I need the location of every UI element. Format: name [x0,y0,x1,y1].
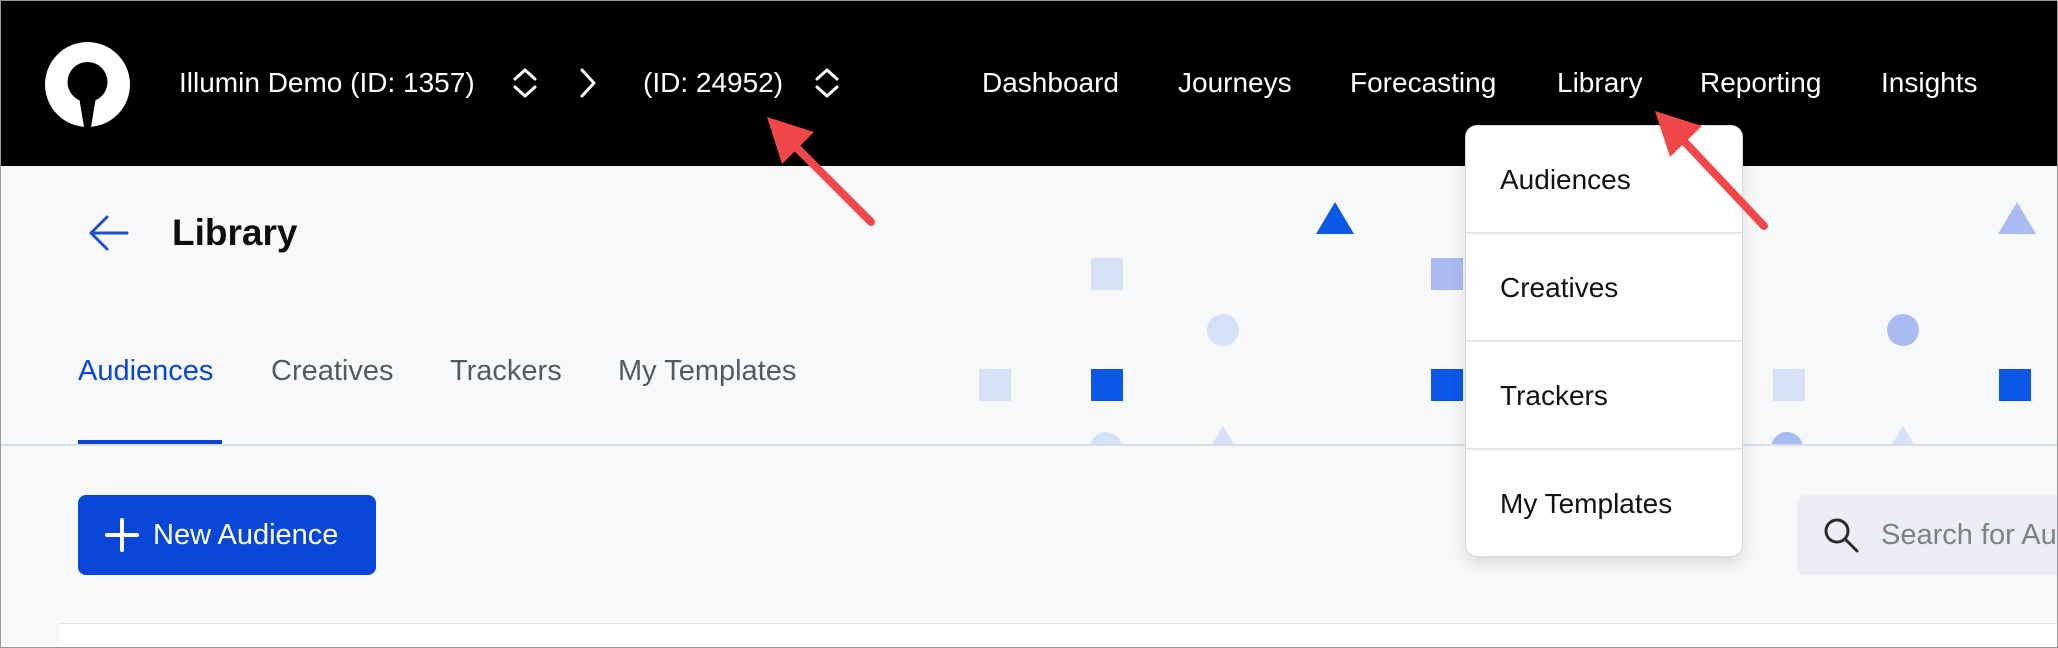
menu-item-label: Creatives [1500,272,1619,303]
chevron-right-icon [580,68,596,98]
chevron-up-down-icon[interactable] [510,65,540,101]
search-placeholder: Search for Audiences [1881,519,2057,551]
page-title: Library [172,212,298,253]
arrow-left-icon[interactable] [87,211,131,255]
new-audience-label: New Audience [153,519,339,551]
sub-account-selector[interactable]: (ID: 24952) [643,63,783,103]
account-selector[interactable]: Illumin Demo (ID: 1357) [179,63,475,103]
menu-item-label: Trackers [1500,380,1608,411]
decorative-pattern [979,202,2036,444]
content-panel [59,623,2057,647]
nav-insights[interactable]: Insights [1881,63,1978,103]
plus-icon [105,518,139,552]
search-input[interactable]: Search for Audiences [1797,495,2057,575]
app-window: Illumin Demo (ID: 1357) (ID: 24952) Dash… [0,0,2058,648]
menu-item-audiences[interactable]: Audiences [1466,126,1742,234]
nav-forecasting[interactable]: Forecasting [1350,63,1496,103]
chevron-up-down-icon[interactable] [812,65,842,101]
tab-creatives[interactable]: Creatives [271,351,394,391]
nav-reporting[interactable]: Reporting [1700,63,1821,103]
menu-item-label: My Templates [1500,488,1673,519]
tab-my-templates[interactable]: My Templates [618,351,796,391]
menu-item-creatives[interactable]: Creatives [1466,234,1742,342]
tab-trackers[interactable]: Trackers [450,351,562,391]
menu-item-trackers[interactable]: Trackers [1466,342,1742,450]
nav-journeys[interactable]: Journeys [1178,63,1292,103]
nav-dashboard[interactable]: Dashboard [982,63,1119,103]
nav-library[interactable]: Library [1557,63,1643,103]
top-bar: Illumin Demo (ID: 1357) (ID: 24952) Dash… [1,1,2057,166]
new-audience-button[interactable]: New Audience [78,495,376,575]
search-icon [1824,518,1859,553]
menu-item-label: Audiences [1500,164,1631,195]
logo-icon[interactable] [45,42,130,127]
tab-audiences[interactable]: Audiences [78,351,213,391]
library-dropdown-menu: Audiences Creatives Trackers My Template… [1465,125,1743,557]
menu-item-my-templates[interactable]: My Templates [1466,450,1742,556]
active-tab-indicator [78,440,222,444]
